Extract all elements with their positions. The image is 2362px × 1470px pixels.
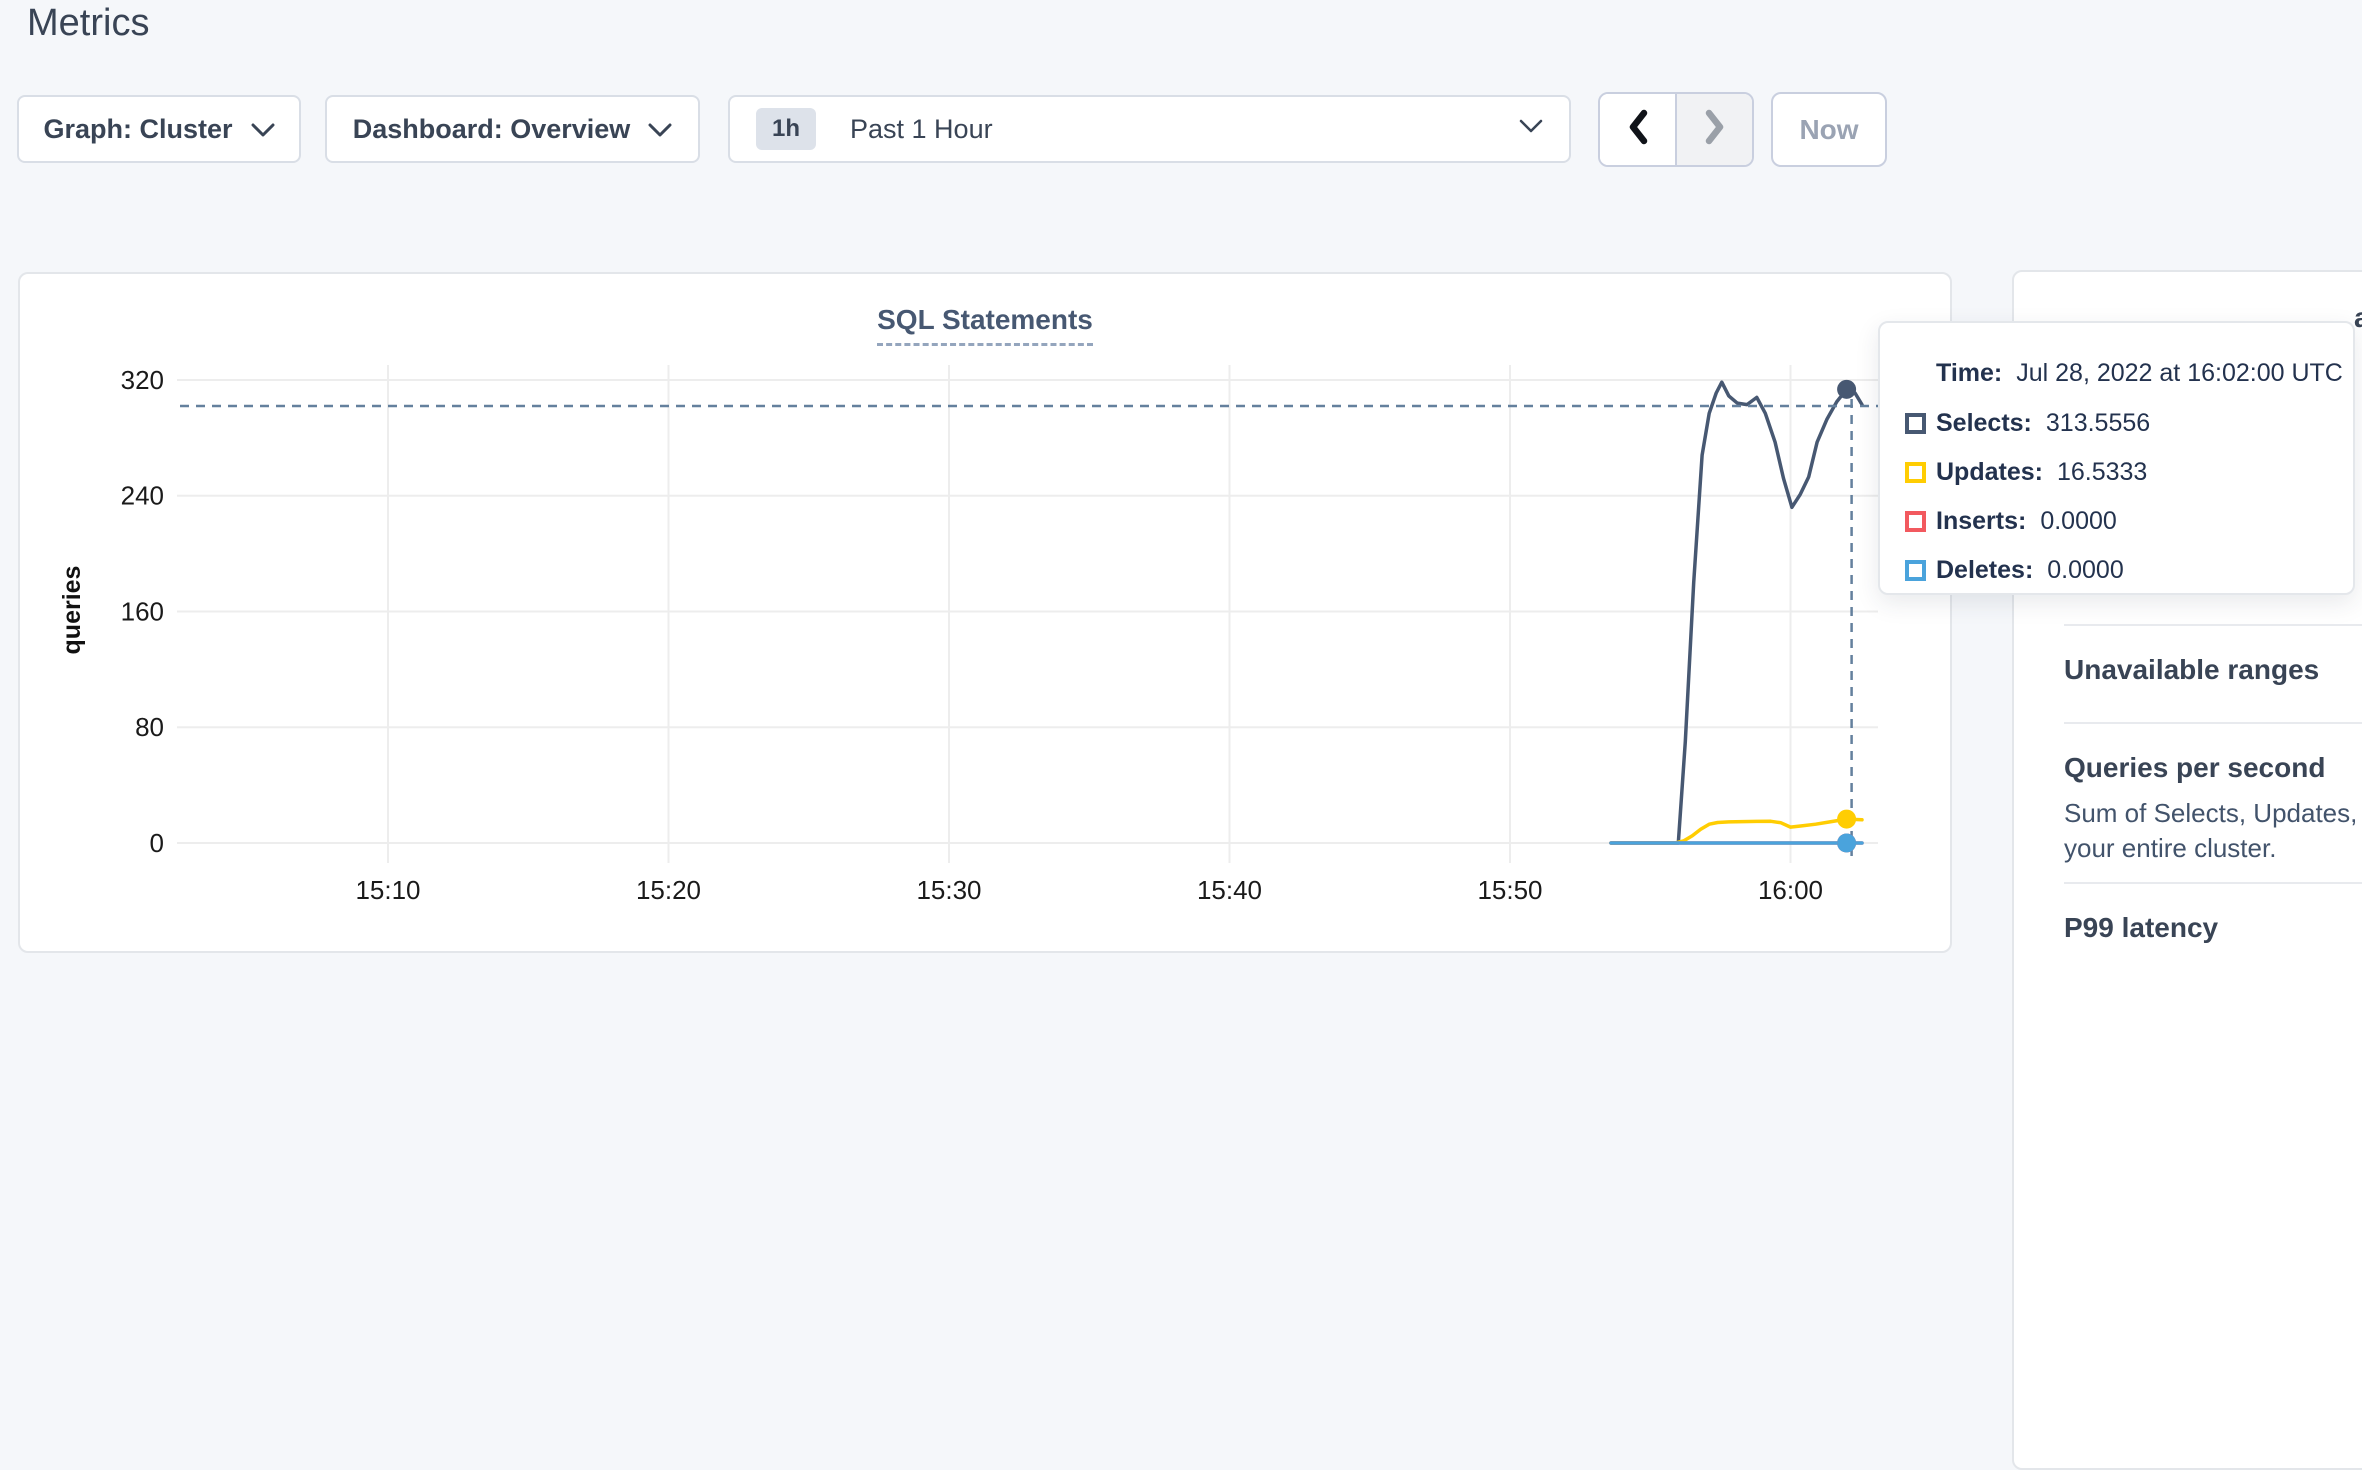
tooltip-row-updates: Updates: 16.5333 [1905, 448, 2353, 497]
tooltip-series-label: Selects: [1936, 409, 2032, 438]
tooltip-row-deletes: Deletes: 0.0000 [1905, 546, 2353, 595]
tooltip-series-value: 16.5333 [2057, 458, 2147, 487]
time-window-nav [1598, 92, 1754, 167]
tooltip-series-value: 0.0000 [2047, 556, 2123, 585]
tooltip-time-value: Jul 28, 2022 at 16:02:00 UTC [2016, 359, 2343, 388]
series-swatch-icon [1905, 560, 1926, 581]
sidebar-item-title[interactable]: Queries per second [2064, 752, 2362, 784]
dashboard-dropdown-label: Dashboard: Overview [353, 114, 631, 145]
tooltip-series-value: 313.5556 [2046, 409, 2150, 438]
tooltip-row-selects: Selects: 313.5556 [1905, 399, 2353, 448]
tooltip-series-label: Updates: [1936, 458, 2043, 487]
series-swatch-icon [1905, 511, 1926, 532]
chart-hover-tooltip: Time: Jul 28, 2022 at 16:02:00 UTC Selec… [1878, 321, 2355, 595]
sidebar-item-title[interactable]: P99 latency [2064, 912, 2362, 944]
tooltip-time-label: Time: [1936, 359, 2002, 388]
page-title: Metrics [27, 2, 149, 45]
time-range-label: Past 1 Hour [850, 114, 993, 145]
time-range-selector[interactable]: 1h Past 1 Hour [728, 95, 1571, 163]
clipped-text-fragment: a [2354, 302, 2362, 334]
chevron-down-icon [251, 114, 275, 145]
series-swatch-icon [1905, 413, 1926, 434]
now-button[interactable]: Now [1771, 92, 1887, 167]
sidebar-item-description: Sum of Selects, Updates, Insertsyour ent… [2064, 796, 2362, 866]
dashboard-dropdown[interactable]: Dashboard: Overview [325, 95, 700, 163]
prev-time-window-button[interactable] [1600, 94, 1677, 165]
chevron-down-icon [1519, 119, 1543, 139]
sidebar-item: Unavailable ranges [2064, 626, 2362, 722]
tooltip-series-rows: Selects: 313.5556Updates: 16.5333 Inserts: 0… [1905, 399, 2353, 595]
chart-title-wrap: SQL Statements [20, 304, 1950, 346]
tooltip-row-inserts: Inserts: 0.0000 [1905, 497, 2353, 546]
graph-dropdown-label: Graph: Cluster [43, 114, 232, 145]
chevron-down-icon [648, 114, 672, 145]
tooltip-series-label: Inserts: [1936, 507, 2026, 536]
tooltip-time-row: Time: Jul 28, 2022 at 16:02:00 UTC [1936, 355, 2353, 391]
sql-statements-chart-card: SQL Statements [18, 272, 1952, 953]
chevron-left-icon [1627, 109, 1649, 150]
graph-dropdown[interactable]: Graph: Cluster [17, 95, 301, 163]
sidebar-item: Queries per second Sum of Selects, Update… [2064, 724, 2362, 882]
tooltip-series-label: Deletes: [1936, 556, 2033, 585]
time-range-badge: 1h [756, 108, 816, 150]
sidebar-item-title[interactable]: Unavailable ranges [2064, 654, 2362, 686]
series-swatch-icon [1905, 462, 1926, 483]
next-time-window-button[interactable] [1677, 94, 1752, 165]
chevron-right-icon [1704, 109, 1726, 150]
chart-title[interactable]: SQL Statements [877, 304, 1093, 346]
summary-items: Unavailable ranges Queries per second Sum … [2064, 624, 2362, 980]
tooltip-series-value: 0.0000 [2040, 507, 2116, 536]
